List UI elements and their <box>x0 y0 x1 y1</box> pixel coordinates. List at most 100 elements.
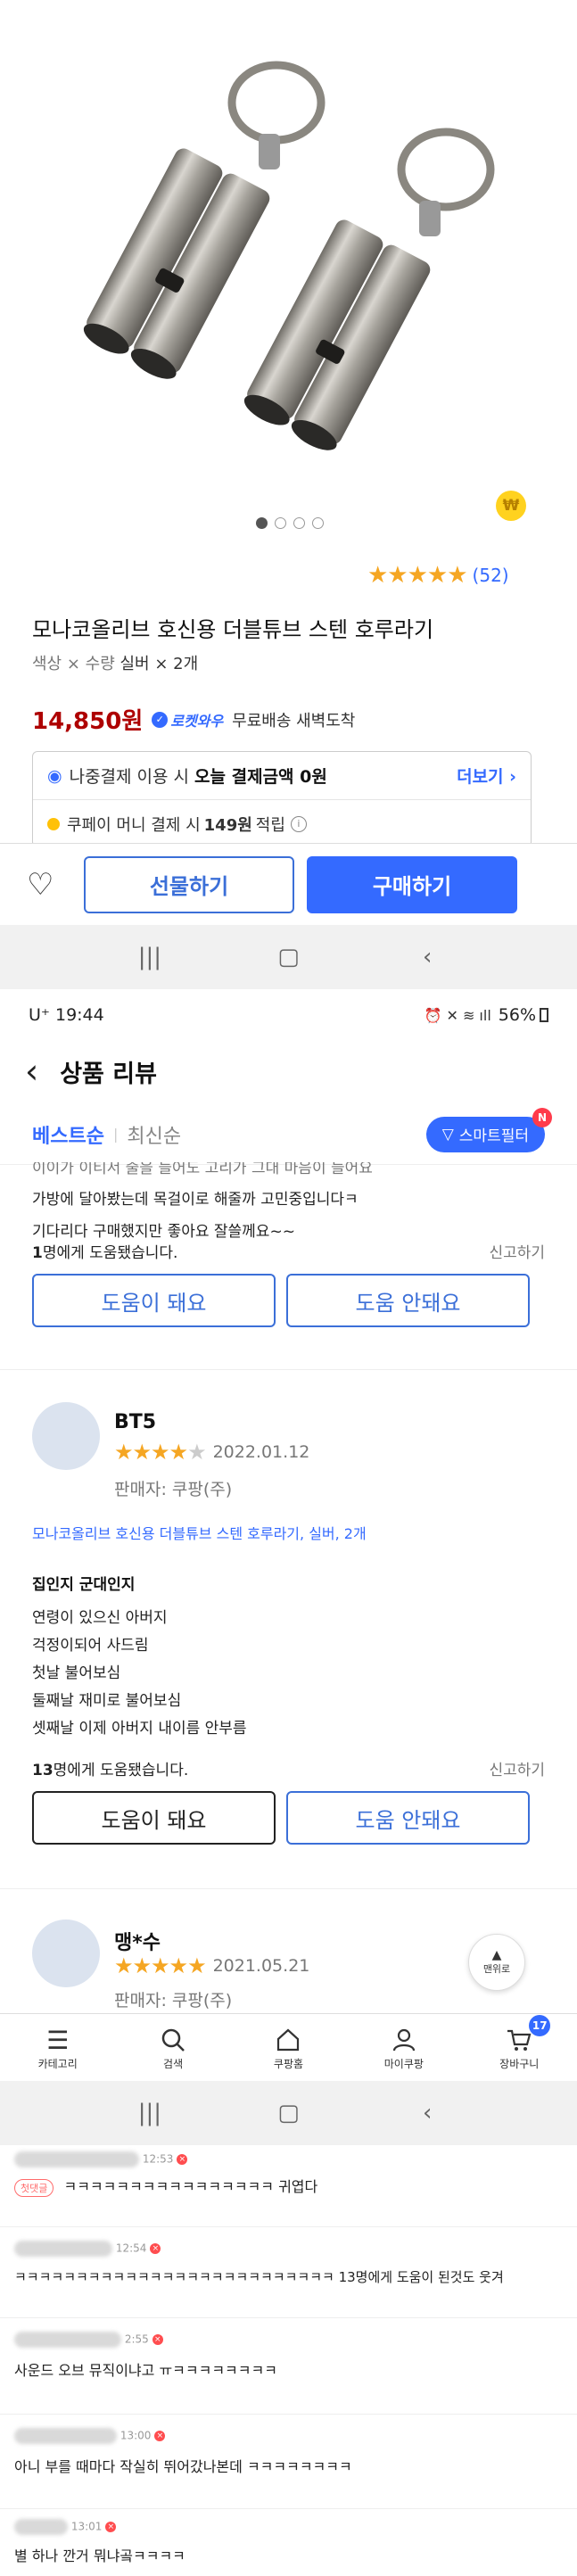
heart-icon[interactable]: ♡ <box>27 867 71 903</box>
not-helpful-button[interactable]: 도움 안돼요 <box>286 1791 530 1845</box>
back-arrow-icon[interactable]: ‹ <box>25 1052 38 1091</box>
gift-button[interactable]: 선물하기 <box>84 855 294 913</box>
product-option[interactable]: 색상 × 수량 실버 × 2개 <box>32 651 198 674</box>
smart-filter-button[interactable]: ▽ 스마트필터 N <box>425 1107 552 1152</box>
helpful-count-row: 1명에게 도움됐습니다. 신고하기 <box>32 1240 545 1262</box>
rocket-icon: ✓ <box>152 711 169 728</box>
menu-icon: ☰ <box>46 2025 70 2055</box>
star-filled-icon: ★ <box>169 1440 188 1465</box>
later-pay-icon: ◉ <box>47 765 62 786</box>
later-pay-box[interactable]: ◉ 나중결제 이용 시 오늘 결제금액 0원 더보기 › 쿠페이 머니 결제 시… <box>32 751 532 847</box>
helpful-button[interactable]: 도움이 돼요 <box>32 1274 276 1327</box>
delete-icon[interactable]: × <box>154 2431 166 2441</box>
more-link[interactable]: 더보기 › <box>457 764 516 788</box>
recent-apps-icon[interactable]: ||| <box>132 939 168 975</box>
search-icon <box>157 2024 189 2056</box>
carousel-dot[interactable] <box>293 517 305 529</box>
review-date: 2022.01.12 <box>212 1442 310 1462</box>
carousel-dot[interactable] <box>275 517 286 529</box>
helpful-button[interactable]: 도움이 돼요 <box>32 1791 276 1845</box>
delete-icon[interactable]: × <box>152 2334 163 2345</box>
won-badge[interactable]: ₩ <box>496 491 526 521</box>
product-rating[interactable]: ★★★★★ (52) <box>367 562 509 589</box>
username-blurred <box>14 2151 139 2167</box>
purchase-action-bar: ♡ 선물하기 구매하기 <box>0 843 577 925</box>
divider <box>0 1369 577 1370</box>
home-button-icon[interactable]: ▢ <box>270 2095 306 2131</box>
android-nav-bar: ||| ▢ ‹ <box>0 925 577 989</box>
star-filled-icon: ★ <box>114 1440 133 1465</box>
buy-button[interactable]: 구매하기 <box>307 855 517 913</box>
scroll-top-button[interactable]: ▲ 맨위로 <box>468 1934 525 1991</box>
username-blurred <box>14 2519 68 2535</box>
carousel-dot-active[interactable] <box>256 517 268 529</box>
star-filled-icon: ★ <box>187 1953 206 1978</box>
sort-bar: 베스트순 | 최신순 ▽ 스마트필터 N <box>0 1104 577 1165</box>
back-icon[interactable]: ‹ <box>409 939 445 975</box>
star-filled-icon: ★ <box>151 1953 169 1978</box>
tab-home[interactable]: 쿠팡홈 <box>248 2024 328 2071</box>
tab-search[interactable]: 검색 <box>133 2024 213 2071</box>
star-filled-icon: ★ <box>132 1440 152 1465</box>
review-stars: ★★★★★ 2021.05.21 <box>114 1953 309 1978</box>
product-title: 모나코올리브 호신용 더블튜브 스텐 호루라기 <box>32 617 434 642</box>
new-badge: N <box>532 1107 552 1127</box>
tab-category[interactable]: ☰ 카테고리 <box>18 2024 98 2071</box>
review-author: 맹*수 <box>114 1932 161 1954</box>
tab-mycoupang[interactable]: 마이쿠팡 <box>364 2024 444 2071</box>
review-body: 연령이 있으신 아버지 걱정이되어 사드림 첫날 불어보심 둘째날 재미로 불어… <box>32 1609 247 1738</box>
tab-cart[interactable]: 장바구니 17 <box>479 2015 559 2071</box>
review-stars: ★★★★★ 2022.01.12 <box>114 1440 309 1465</box>
username-blurred <box>14 2241 112 2257</box>
carousel-dot[interactable] <box>312 517 324 529</box>
delete-icon[interactable]: × <box>177 2154 188 2165</box>
comment-item: 13:01 × 별 하나 깐거 뭐냐곸ㅋㅋㅋㅋ <box>14 2519 185 2564</box>
first-comment-badge: 첫댓글 <box>14 2179 54 2197</box>
filter-icon: ▽ <box>441 1125 454 1144</box>
rating-count: (52) <box>472 565 509 586</box>
star-filled-icon: ★ <box>132 1953 152 1978</box>
rocket-badge: ✓ 로켓와우 <box>152 709 223 731</box>
helpful-buttons: 도움이 돼요 도움 안돼요 <box>32 1791 530 1845</box>
partial-review: 이이가 이티서 줄을 들어도 고리가 그대 마음이 들어요 가방에 달아봤는데 … <box>32 1162 373 1241</box>
divider <box>0 2226 577 2227</box>
home-icon <box>272 2024 304 2056</box>
review-author: BT5 <box>114 1411 157 1433</box>
cart-badge: 17 <box>529 2015 551 2036</box>
report-link[interactable]: 신고하기 <box>489 1240 545 1262</box>
rating-stars: ★★★★★ <box>367 562 468 589</box>
delete-icon[interactable]: × <box>105 2522 117 2532</box>
coupay-icon <box>47 818 60 830</box>
info-icon[interactable]: i <box>290 816 307 832</box>
battery-icon <box>540 1008 548 1022</box>
status-bar: U⁺ 19:44 ⏰ ✕ ≋ ıll 56% <box>0 992 577 1038</box>
report-link[interactable]: 신고하기 <box>489 1757 545 1779</box>
review-seller: 판매자: 쿠팡(주) <box>114 1480 233 1499</box>
delete-icon[interactable]: × <box>150 2243 161 2254</box>
comment-item: 2:55 × 사운드 오브 뮤직이냐고 ㅠㅋㅋㅋㅋㅋㅋㅋㅋ <box>14 2332 277 2379</box>
arrow-up-icon: ▲ <box>491 1948 502 1962</box>
status-icons: ⏰ ✕ ≋ ıll <box>424 1006 491 1024</box>
helpful-count-row: 13명에게 도움됐습니다. 신고하기 <box>32 1757 545 1779</box>
person-icon <box>388 2024 420 2056</box>
divider <box>0 1888 577 1889</box>
home-button-icon[interactable]: ▢ <box>270 939 306 975</box>
divider <box>0 2508 577 2509</box>
sort-best[interactable]: 베스트순 <box>32 1120 104 1149</box>
sort-recent[interactable]: 최신순 <box>127 1120 181 1149</box>
carousel-dots[interactable] <box>245 517 334 532</box>
page-title: 상품 리뷰 <box>60 1060 157 1088</box>
review-product-line[interactable]: 모나코올리브 호신용 더블튜브 스텐 호루라기, 실버, 2개 <box>32 1522 367 1543</box>
back-icon[interactable]: ‹ <box>409 2095 445 2131</box>
not-helpful-button[interactable]: 도움 안돼요 <box>286 1274 530 1327</box>
comment-item: 12:54 × ㅋㅋㅋㅋㅋㅋㅋㅋㅋㅋㅋㅋㅋㅋㅋㅋㅋㅋㅋㅋㅋㅋㅋㅋㅋㅋ 13명에게 … <box>14 2241 504 2285</box>
review-seller: 판매자: 쿠팡(주) <box>114 1991 233 2009</box>
helpful-buttons: 도움이 돼요 도움 안돼요 <box>32 1274 530 1327</box>
recent-apps-icon[interactable]: ||| <box>132 2095 168 2131</box>
product-image[interactable] <box>0 0 577 517</box>
bottom-tab-bar: ☰ 카테고리 검색 쿠팡홈 마이쿠팡 장바구니 17 <box>0 2013 577 2081</box>
review-avatar <box>32 1402 100 1470</box>
price-row: 14,850원 ✓ 로켓와우 무료배송 새벽도착 <box>32 703 355 736</box>
review-date: 2021.05.21 <box>212 1956 310 1976</box>
comment-item: 13:00 × 아니 부를 때마다 작실히 뛰어갔나본데 ㅋㅋㅋㅋㅋㅋㅋㅋ <box>14 2428 352 2475</box>
